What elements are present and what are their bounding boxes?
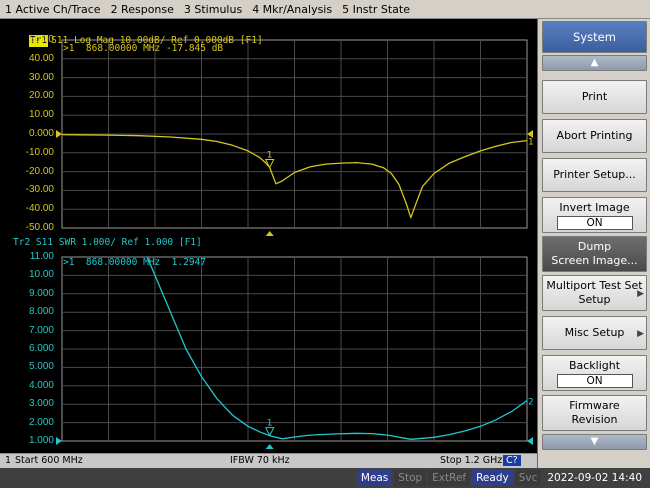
measurement-display: 1112 Tr1 S11 Log Mag 10.00dB/ Ref 0.000dB… [0, 19, 537, 468]
misc-setup-button[interactable]: Misc Setup ▶ [542, 316, 647, 350]
backlight-value: ON [556, 373, 633, 388]
status-meas: Meas [356, 470, 393, 486]
tr2-y-tick-label: 6.000 [28, 343, 54, 354]
firmware-revision-button[interactable]: Firmware Revision [542, 395, 647, 431]
status-stop: Stop [394, 470, 427, 486]
submenu-arrow-icon: ▶ [637, 289, 644, 299]
tr2-y-tick-label: 2.000 [28, 416, 54, 428]
tr2-ref-right-arrow-icon [527, 437, 533, 445]
tr1-y-tick-label: 10.00 [28, 109, 54, 121]
tr1-y-tick-label: 50.00 [28, 34, 54, 45]
tr2-trace-end-label: 2 [528, 398, 534, 408]
tr1-y-tick-label: -10.00 [25, 146, 54, 158]
tr1-y-tick-label: 40.00 [28, 52, 54, 64]
menu-mkr-analysis[interactable]: 4 Mkr/Analysis [247, 0, 337, 19]
backlight-toggle[interactable]: Backlight ON [542, 355, 647, 391]
channel-status-bar: 1 Start 600 MHz IFBW 70 kHz Stop 1.2 GHz… [0, 453, 537, 468]
tr1-y-tick-label: 20.00 [28, 90, 54, 102]
tr1-trace-end-label: 1 [528, 138, 534, 148]
tr2-marker-readout: >1 868.00000 MHz 1.2947 [63, 257, 206, 268]
softkey-scroll-down-button[interactable]: ▼ [542, 434, 647, 450]
menu-stimulus[interactable]: 3 Stimulus [179, 0, 247, 19]
multiport-test-set-setup-button[interactable]: Multiport Test Set Setup ▶ [542, 275, 647, 311]
tr2-title[interactable]: Tr2 S11 SWR 1.000/ Ref 1.000 [F1] [13, 237, 202, 249]
tr2-y-tick-label: 10.00 [28, 269, 54, 281]
tr1-y-tick-label: 0.000 [28, 128, 54, 139]
tr2-y-tick-label: 11.00 [29, 251, 54, 262]
submenu-arrow-icon: ▶ [637, 329, 644, 339]
multiport-label-line2: Setup [578, 293, 611, 306]
stop-frequency[interactable]: Stop 1.2 GHz [440, 455, 502, 466]
status-extref: ExtRef [428, 470, 471, 486]
misc-setup-label: Misc Setup [564, 326, 625, 339]
softkey-panel: System ▲ Print Abort Printing Printer Se… [537, 19, 650, 468]
tr2-y-tick-label: 1.000 [28, 435, 54, 446]
tr2-y-tick-label: 5.000 [28, 361, 54, 373]
tr2-y-tick-label: 8.000 [28, 306, 54, 318]
tr1-y-tick-label: -30.00 [25, 184, 54, 196]
status-svc: Svc [514, 470, 542, 486]
tr1-stimulus-marker-icon [265, 231, 274, 236]
tr1-marker-label: 1 [267, 151, 273, 161]
dump-label-line2: Screen Image... [551, 254, 638, 267]
chevron-down-icon: ▼ [590, 436, 599, 447]
tr1-y-tick-label: -20.00 [25, 165, 54, 177]
instrument-status-bar: Meas Stop ExtRef Ready Svc 2022-09-02 14… [0, 468, 650, 488]
menu-response[interactable]: 2 Response [106, 0, 179, 19]
tr2-y-tick-label: 3.000 [28, 398, 54, 410]
start-frequency[interactable]: Start 600 MHz [15, 455, 83, 466]
backlight-label: Backlight [568, 358, 621, 372]
tr2-y-tick-label: 4.000 [28, 379, 54, 391]
tr2-stimulus-marker-icon [265, 444, 274, 449]
firmware-label-line2: Revision [571, 413, 618, 426]
ifbw-setting[interactable]: IFBW 70 kHz [230, 455, 290, 466]
tr2-ref-left-arrow-icon [56, 437, 62, 445]
tr2-y-tick-label: 7.000 [28, 324, 54, 336]
softkey-scroll-up-button[interactable]: ▲ [542, 55, 647, 71]
invert-image-value: ON [556, 215, 633, 230]
firmware-label-line1: Firmware [569, 399, 620, 412]
tr1-ref-left-arrow-icon [56, 130, 62, 138]
dump-screen-image-button[interactable]: Dump Screen Image... [542, 236, 647, 272]
channel-badge: C? [503, 455, 521, 466]
status-datetime: 2022-09-02 14:40 [547, 472, 642, 484]
abort-printing-button[interactable]: Abort Printing [542, 119, 647, 153]
menu-instr-state[interactable]: 5 Instr State [337, 0, 415, 19]
tr1-y-tick-label: -50.00 [25, 222, 54, 233]
chevron-up-icon: ▲ [590, 57, 599, 68]
dump-label-line1: Dump [577, 240, 612, 253]
printer-setup-button[interactable]: Printer Setup... [542, 158, 647, 192]
print-button[interactable]: Print [542, 80, 647, 114]
menu-active-ch-trace[interactable]: 1 Active Ch/Trace [0, 0, 106, 19]
menu-bar: 1 Active Ch/Trace 2 Response 3 Stimulus … [0, 0, 650, 19]
tr2-y-tick-label: 9.000 [28, 287, 54, 299]
tr2-marker-label: 1 [267, 419, 273, 429]
tr1-y-tick-label: 30.00 [28, 71, 54, 83]
invert-image-toggle[interactable]: Invert Image ON [542, 197, 647, 233]
tr1-y-tick-label: -40.00 [25, 203, 54, 215]
status-ready: Ready [472, 470, 513, 486]
softkey-menu-title: System [542, 21, 647, 53]
channel-number: 1 [5, 455, 12, 466]
invert-image-label: Invert Image [559, 200, 630, 214]
tr1-marker-readout: >1 868.00000 MHz -17.845 dB [63, 43, 224, 54]
multiport-label-line1: Multiport Test Set [546, 279, 643, 292]
